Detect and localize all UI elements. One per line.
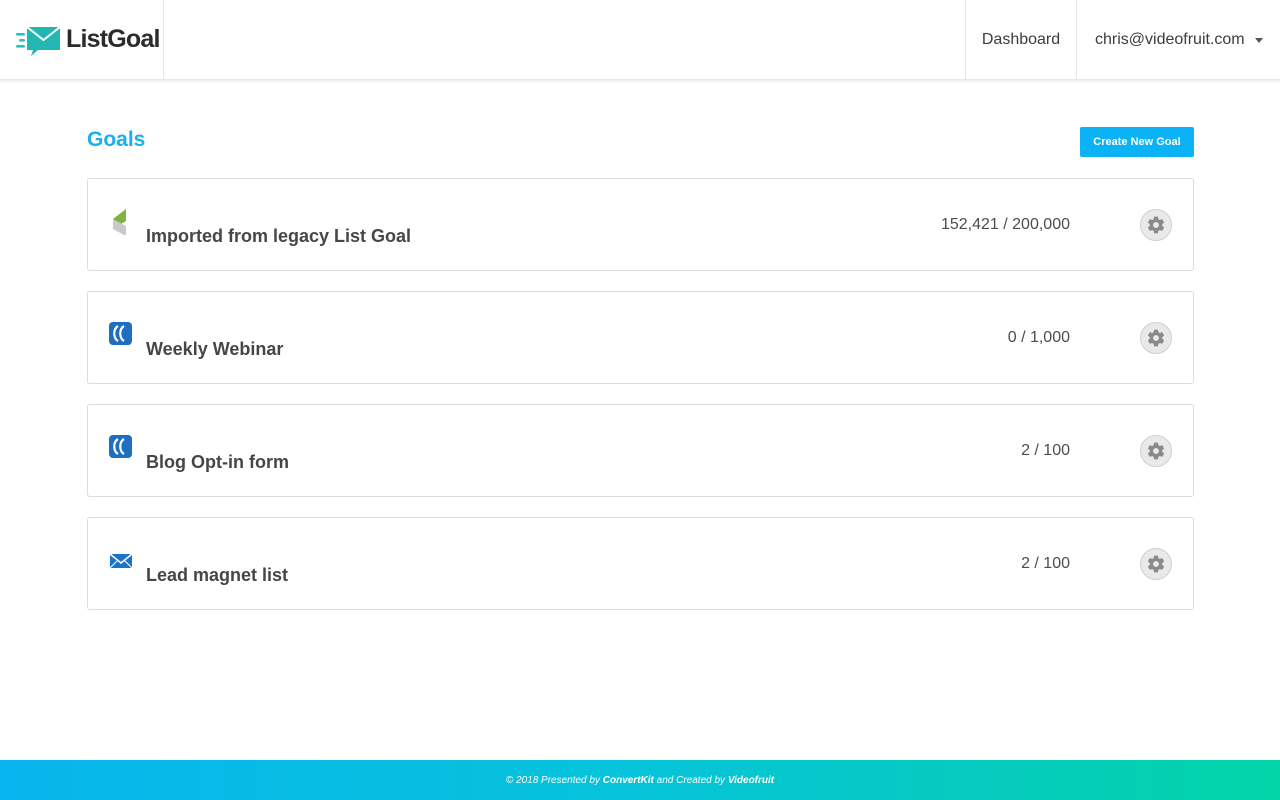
- goal-progress: 152,421 / 200,000: [940, 216, 1070, 233]
- footer: © 2018 Presented by ConvertKit and Creat…: [0, 760, 1280, 800]
- goal-name[interactable]: Weekly Webinar: [146, 339, 283, 360]
- goal-progress: 2 / 100: [1021, 555, 1070, 572]
- gear-icon: [1147, 555, 1165, 573]
- user-menu-dropdown[interactable]: chris@videofruit.com: [1076, 0, 1280, 80]
- footer-presenter-link[interactable]: ConvertKit: [603, 775, 654, 786]
- goal-settings-button[interactable]: [1140, 548, 1172, 580]
- legacy-listgoal-icon: [113, 209, 126, 235]
- goal-card[interactable]: Blog Opt-in form 2 / 100: [87, 404, 1194, 497]
- goal-name[interactable]: Imported from legacy List Goal: [146, 226, 411, 247]
- nav-dashboard-link[interactable]: Dashboard: [965, 0, 1076, 80]
- envelope-icon: [109, 553, 133, 569]
- nav-dashboard-label: Dashboard: [981, 31, 1061, 48]
- page-title: Goals: [87, 128, 146, 151]
- create-new-goal-button[interactable]: Create New Goal: [1080, 127, 1194, 157]
- convertkit-icon: [109, 435, 132, 458]
- goal-name[interactable]: Blog Opt-in form: [146, 452, 289, 473]
- goal-settings-button[interactable]: [1140, 322, 1172, 354]
- gear-icon: [1147, 216, 1165, 234]
- goal-progress: 2 / 100: [1021, 442, 1070, 459]
- footer-middle: and Created by: [656, 774, 726, 786]
- convertkit-icon: [109, 322, 132, 345]
- logo-envelope-icon: [16, 26, 61, 56]
- top-header: ListGoal Dashboard chris@videofruit.com: [0, 0, 1280, 80]
- footer-creator-link[interactable]: Videofruit: [728, 775, 774, 786]
- goal-card[interactable]: Imported from legacy List Goal 152,421 /…: [87, 178, 1194, 271]
- goal-card[interactable]: Lead magnet list 2 / 100: [87, 517, 1194, 610]
- footer-prefix: © 2018 Presented by: [505, 774, 600, 786]
- logo-text: ListGoal: [66, 25, 160, 53]
- gear-icon: [1147, 329, 1165, 347]
- user-email: chris@videofruit.com: [1095, 31, 1245, 48]
- goal-name[interactable]: Lead magnet list: [146, 565, 288, 586]
- goal-progress: 0 / 1,000: [1007, 329, 1070, 346]
- caret-down-icon: [1255, 38, 1263, 43]
- logo[interactable]: ListGoal: [0, 0, 164, 80]
- goal-card[interactable]: Weekly Webinar 0 / 1,000: [87, 291, 1194, 384]
- goal-settings-button[interactable]: [1140, 435, 1172, 467]
- goal-settings-button[interactable]: [1140, 209, 1172, 241]
- gear-icon: [1147, 442, 1165, 460]
